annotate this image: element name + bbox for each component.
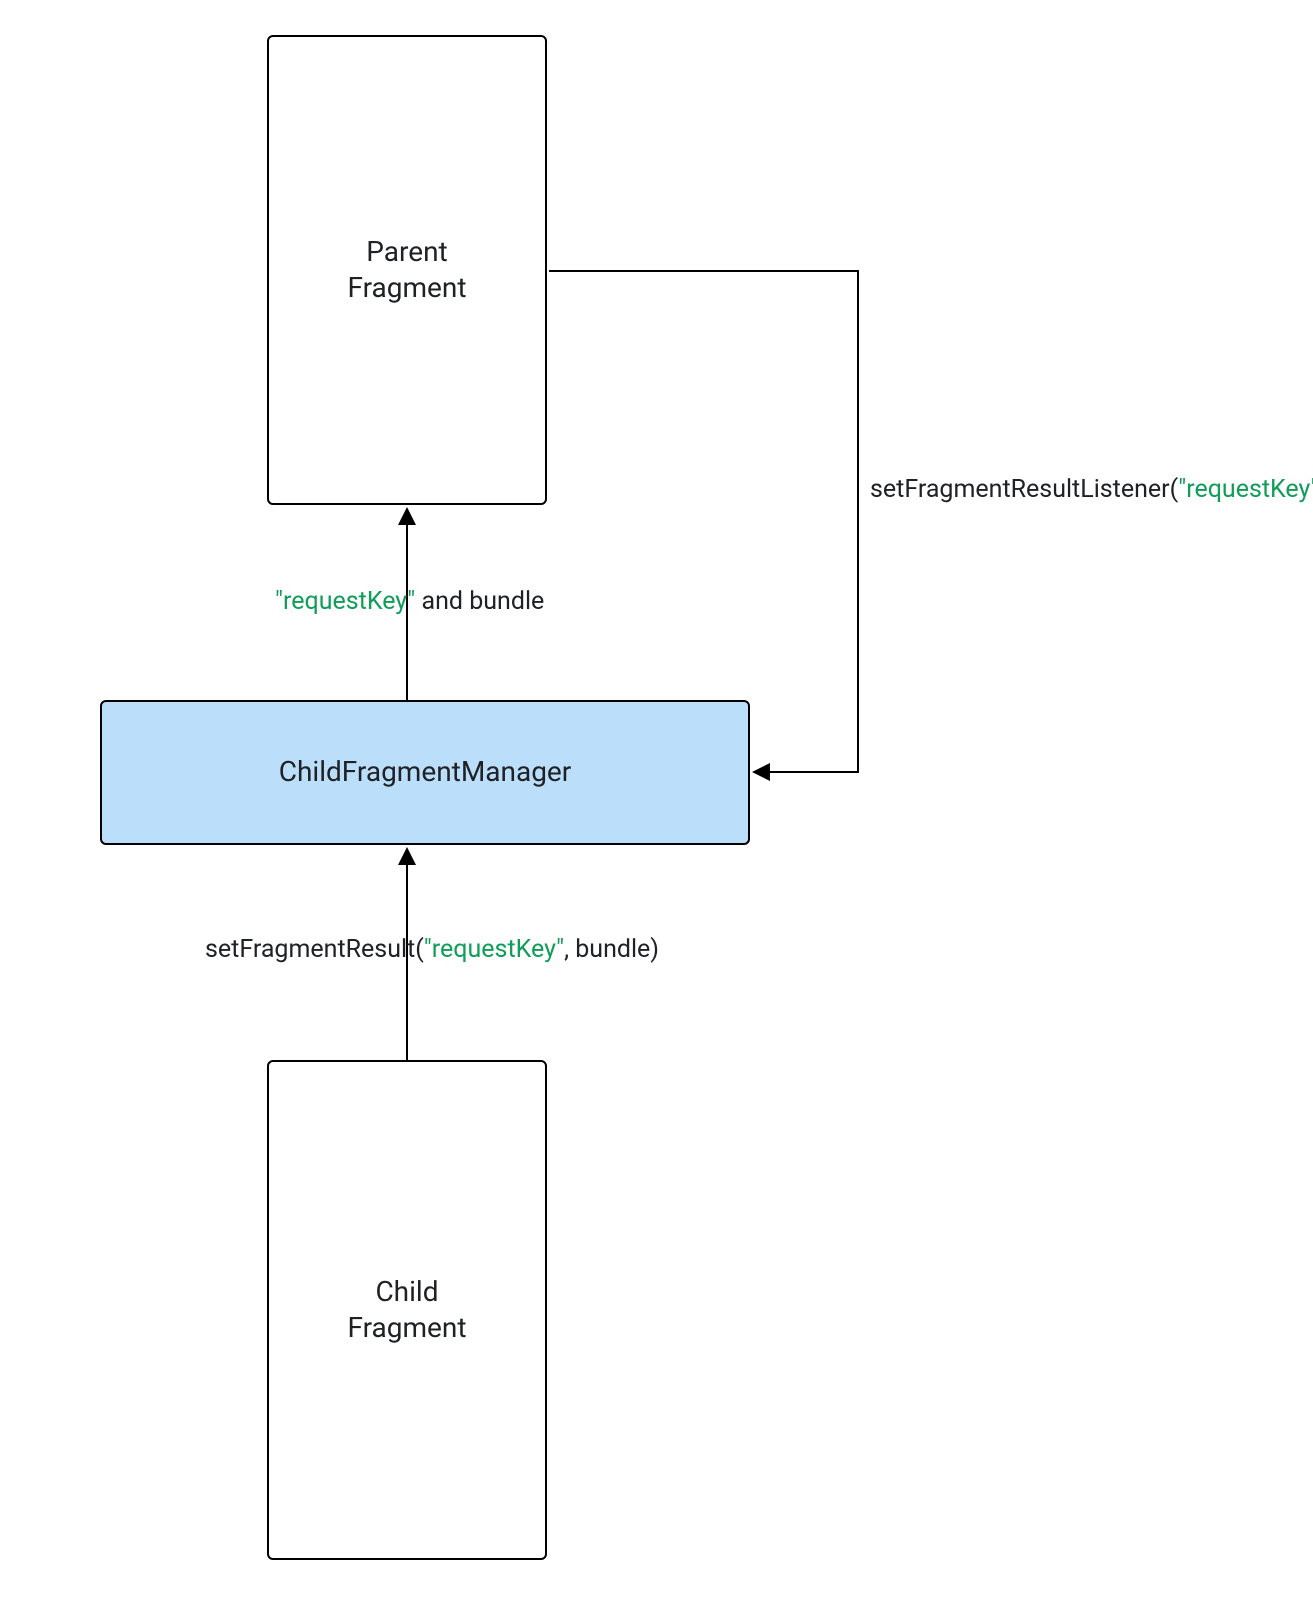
arrowhead-left-icon bbox=[752, 763, 770, 781]
listener-label: setFragmentResultListener("requestKey") bbox=[870, 475, 1313, 504]
child-fragment-manager-node: ChildFragmentManager bbox=[100, 700, 750, 845]
arrow-parent-horizontal bbox=[549, 270, 859, 272]
arrowhead-up-icon-2 bbox=[398, 847, 416, 865]
fragment-result-diagram: Parent Fragment ChildFragmentManager Chi… bbox=[0, 0, 1313, 1600]
arrow-parent-to-manager bbox=[768, 771, 859, 773]
child-fragment-label: Child Fragment bbox=[347, 1274, 466, 1347]
set-result-label: setFragmentResult("requestKey", bundle) bbox=[205, 935, 659, 964]
arrowhead-up-icon bbox=[398, 507, 416, 525]
child-fragment-node: Child Fragment bbox=[267, 1060, 547, 1560]
arrow-parent-vertical bbox=[857, 270, 859, 773]
manager-label: ChildFragmentManager bbox=[279, 754, 572, 790]
result-bundle-label: "requestKey" and bundle bbox=[275, 587, 544, 616]
parent-fragment-label: Parent Fragment bbox=[347, 234, 466, 307]
parent-fragment-node: Parent Fragment bbox=[267, 35, 547, 505]
